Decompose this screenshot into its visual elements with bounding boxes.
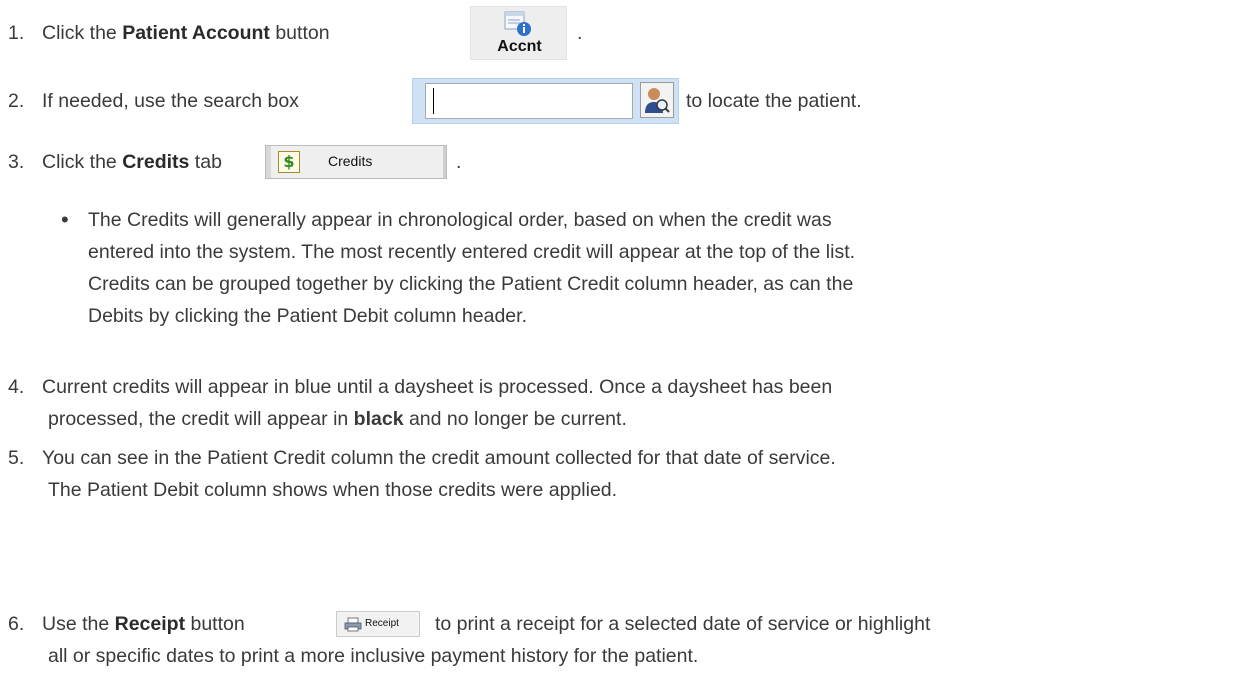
patient-search-icon (645, 88, 670, 113)
step-6: 6. Use the Receipt button (8, 613, 245, 635)
step-number: 4. (8, 376, 25, 398)
credits-tab[interactable]: $ Credits (265, 145, 447, 179)
bullet-text-line: The Credits will generally appear in chr… (88, 209, 832, 231)
bullet-icon: • (61, 207, 69, 232)
receipt-button[interactable]: Receipt (336, 611, 420, 637)
step-3: 3. Click the Credits tab (8, 151, 222, 173)
text-caret (433, 88, 434, 114)
step-number: 1. (8, 22, 25, 44)
step-5: 5. You can see in the Patient Credit colu… (8, 447, 836, 469)
step-6-continuation: all or specific dates to print a more in… (48, 645, 699, 667)
printer-icon (344, 617, 362, 632)
step-number: 2. (8, 90, 25, 112)
receipt-button-label: Receipt (365, 618, 399, 629)
patient-search-box (412, 78, 679, 124)
accnt-button[interactable]: Accnt (470, 6, 567, 60)
search-button[interactable] (640, 82, 674, 118)
step-4-continuation: processed, the credit will appear in bla… (48, 408, 627, 430)
bullet-text-line: Debits by clicking the Patient Debit col… (88, 305, 527, 327)
step-4: 4. Current credits will appear in blue un… (8, 376, 833, 398)
instructions-document: 1. Click the Patient Account button . Acc… (0, 0, 1236, 679)
step-number: 6. (8, 613, 25, 635)
step-number: 3. (8, 151, 25, 173)
step-5-continuation: The Patient Debit column shows when thos… (48, 479, 618, 501)
credits-tab-label: Credits (328, 153, 373, 169)
patient-account-info-icon (504, 11, 531, 36)
accnt-button-label: Accnt (497, 38, 542, 55)
step-2: 2. If needed, use the search box (8, 90, 299, 112)
search-input[interactable] (425, 83, 633, 119)
step-number: 5. (8, 447, 25, 469)
dollar-sign-icon: $ (278, 151, 300, 173)
bullet-text-line: Credits can be grouped together by click… (88, 273, 854, 295)
step-1: 1. Click the Patient Account button (8, 22, 330, 44)
bullet-text-line: entered into the system. The most recent… (88, 241, 856, 263)
